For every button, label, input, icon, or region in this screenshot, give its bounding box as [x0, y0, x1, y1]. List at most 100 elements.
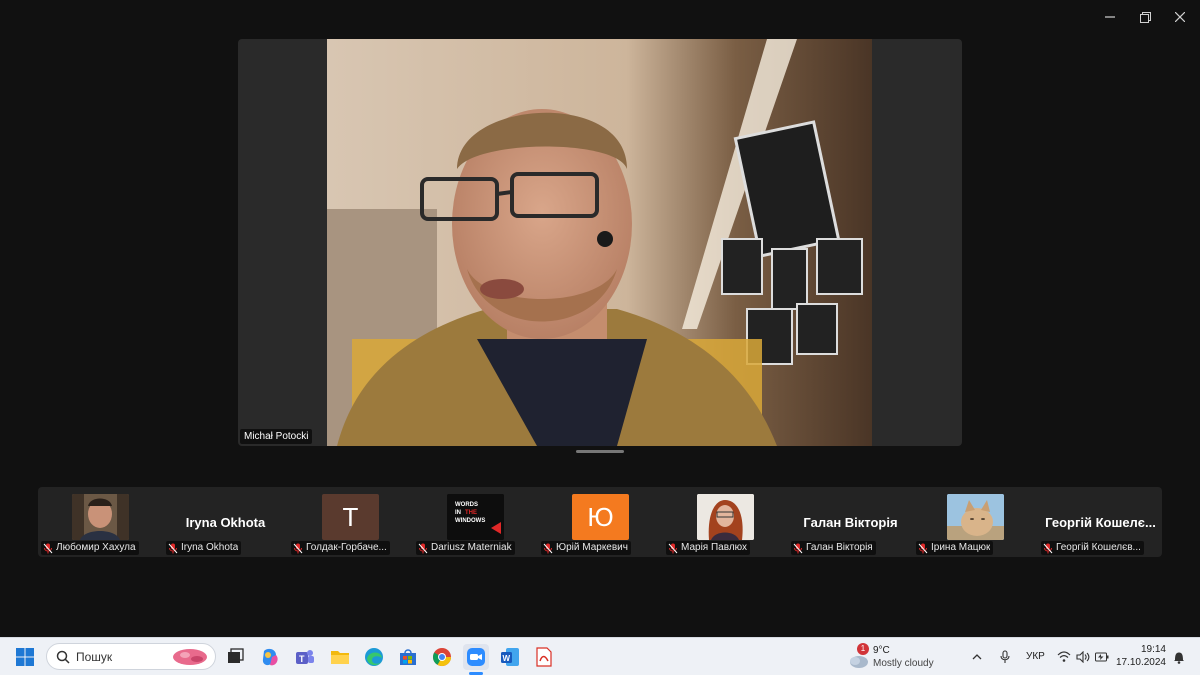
participant-label: Ірина Мацюк — [916, 541, 994, 555]
participant-name-display: Галан Вікторія — [803, 515, 898, 530]
battery-charging-icon — [1095, 652, 1109, 662]
volume-button[interactable] — [1074, 644, 1092, 670]
pdf-icon — [536, 647, 552, 667]
avatar-letter: Т — [342, 501, 359, 532]
participant-name-display: Георгій Кошелє... — [1045, 515, 1156, 530]
close-icon — [1175, 12, 1185, 22]
close-button[interactable] — [1163, 6, 1197, 28]
cat-photo — [947, 494, 1004, 540]
restore-button[interactable] — [1128, 6, 1162, 28]
mic-muted-icon — [168, 543, 178, 553]
words-in-windows-logo: WORDS IN THE WINDOWS — [447, 494, 504, 540]
microphone-icon — [1000, 650, 1010, 663]
clock-time: 19:14 — [1140, 644, 1166, 655]
mic-muted-icon — [668, 543, 678, 553]
weather-widget[interactable]: 1 9°C Mostly cloudy — [848, 643, 948, 671]
edge-button[interactable] — [361, 644, 387, 670]
speaker-video-feed — [327, 39, 872, 446]
search-placeholder: Пошук — [76, 649, 113, 664]
word-icon: W — [501, 648, 519, 666]
participants-strip: Любомир Хахула Iryna Okhota Iryna Okhota… — [38, 487, 1162, 557]
participant-name-display: Iryna Okhota — [185, 515, 266, 530]
weather-badge: 1 — [857, 643, 869, 655]
weather-description: Mostly cloudy — [873, 658, 934, 669]
copilot-button[interactable] — [257, 644, 283, 670]
mic-muted-icon — [793, 543, 803, 553]
task-view-icon — [228, 648, 244, 663]
svg-text:W: W — [503, 654, 511, 663]
svg-text:WORDS: WORDS — [455, 502, 478, 508]
battery-button[interactable] — [1093, 644, 1111, 670]
search-highlight-icon — [173, 648, 207, 665]
avatar-letter: Ю — [587, 501, 614, 532]
windows-taskbar: Пошук T W 1 9°C Mostly cloudy УКР 19:14 … — [0, 637, 1200, 675]
wifi-icon — [1057, 651, 1071, 662]
speaker-name-tag: Michał Potocki — [240, 429, 313, 444]
task-view-button[interactable] — [222, 644, 248, 670]
weather-temp: 9°C — [873, 645, 890, 656]
teams-icon: T — [296, 650, 314, 664]
microphone-button[interactable] — [996, 644, 1014, 670]
svg-text:T: T — [299, 654, 305, 664]
participant-tile[interactable]: Т Голдак-Горбаче... — [288, 487, 413, 557]
copilot-icon — [262, 648, 278, 666]
svg-text:WINDOWS: WINDOWS — [455, 518, 485, 524]
clock-date: 17.10.2024 — [1115, 657, 1166, 668]
word-button[interactable]: W — [497, 644, 523, 670]
acrobat-button[interactable] — [531, 644, 557, 670]
participant-label: Георгій Кошелєв... — [1041, 541, 1144, 555]
speaker-image — [327, 39, 872, 446]
participant-label: Юрій Маркевич — [541, 541, 631, 555]
mic-muted-icon — [293, 543, 303, 553]
participant-tile[interactable]: Ірина Мацюк — [913, 487, 1038, 557]
file-explorer-button[interactable] — [327, 644, 353, 670]
zoom-button-active[interactable] — [463, 644, 489, 670]
participant-tile[interactable]: Галан Вікторія Галан Вікторія — [788, 487, 913, 557]
clock[interactable]: 19:14 17.10.2024 — [1116, 644, 1166, 670]
chrome-button[interactable] — [429, 644, 455, 670]
wifi-button[interactable] — [1055, 644, 1073, 670]
participant-tile[interactable]: WORDS IN THE WINDOWS Dariusz Materniak — [413, 487, 538, 557]
participant-label: Галан Вікторія — [791, 541, 876, 555]
chevron-up-icon — [972, 654, 982, 660]
svg-text:IN: IN — [455, 510, 461, 516]
start-button[interactable] — [12, 644, 38, 670]
participant-tile[interactable]: Любомир Хахула — [38, 487, 163, 557]
main-speaker-video[interactable]: Michał Potocki — [238, 39, 962, 446]
participant-logo: WORDS IN THE WINDOWS — [447, 494, 504, 540]
search-icon — [56, 650, 70, 664]
store-button[interactable] — [395, 644, 421, 670]
participant-tile[interactable]: Георгій Кошелє... Георгій Кошелєв... — [1038, 487, 1163, 557]
minimize-icon — [1105, 16, 1115, 18]
volume-icon — [1076, 651, 1090, 663]
participant-label: Iryna Okhota — [166, 541, 242, 555]
participant-photo — [72, 494, 129, 540]
language-indicator[interactable]: УКР — [1026, 651, 1045, 662]
mic-muted-icon — [43, 543, 53, 553]
participant-video — [947, 494, 1004, 540]
zoom-meeting-window: Michał Potocki Любомир Хахула Iryna Okho… — [0, 0, 1200, 637]
participant-video — [72, 494, 129, 540]
edge-icon — [365, 648, 383, 666]
notifications-button[interactable] — [1170, 644, 1188, 670]
participant-tile[interactable]: Ю Юрій Маркевич — [538, 487, 663, 557]
minimize-button[interactable] — [1093, 6, 1127, 28]
store-icon — [400, 649, 416, 665]
participant-tile[interactable]: Iryna Okhota Iryna Okhota — [163, 487, 288, 557]
svg-text:THE: THE — [465, 510, 477, 516]
taskbar-search[interactable]: Пошук — [46, 643, 216, 670]
participant-label: Голдак-Горбаче... — [291, 541, 390, 555]
mic-muted-icon — [918, 543, 928, 553]
participant-label: Dariusz Materniak — [416, 541, 515, 555]
participant-tile[interactable]: Марія Павлюх — [663, 487, 788, 557]
strip-resize-handle[interactable] — [576, 450, 624, 453]
windows-logo-icon — [16, 648, 34, 666]
teams-button[interactable]: T — [292, 644, 318, 670]
bell-icon — [1174, 652, 1184, 664]
mic-muted-icon — [543, 543, 553, 553]
zoom-icon — [467, 648, 485, 666]
show-hidden-icons-button[interactable] — [968, 644, 986, 670]
chrome-icon — [433, 648, 451, 667]
mic-muted-icon — [418, 543, 428, 553]
mic-muted-icon — [1043, 543, 1053, 553]
